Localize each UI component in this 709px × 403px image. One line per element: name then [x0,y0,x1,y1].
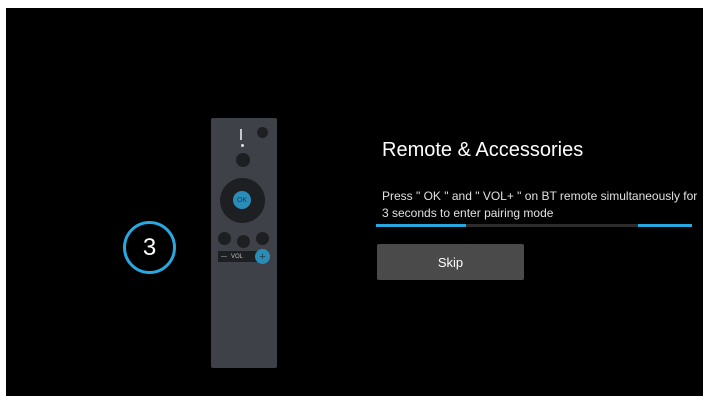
back-button-icon [218,232,231,245]
pairing-instructions: Press " OK " and " VOL+ " on BT remote s… [382,189,698,220]
vol-plus-label: + [259,250,266,263]
step-number: 3 [142,233,157,261]
vol-plus-icon: + [255,249,270,264]
progress-segment-right [638,224,692,227]
remote-illustration: OK — VOL + [211,118,277,368]
pairing-screen: 3 OK — VOL + Remote & Accessories Press … [6,8,703,396]
led-icon [241,144,244,147]
mic-indicator-icon [240,129,242,140]
volume-rocker-icon: — VOL [218,251,258,262]
home-button-icon [237,235,250,248]
pairing-progress-bar [376,224,692,227]
progress-segment-left [376,224,466,227]
ok-label: OK [236,196,248,204]
page-title: Remote & Accessories [382,139,584,161]
dpad-icon: OK [220,178,265,223]
voice-button-icon [236,153,250,167]
skip-button[interactable]: Skip [377,244,524,280]
menu-button-icon [256,232,269,245]
vol-label: VOL [231,253,244,260]
power-button-icon [257,127,268,138]
step-number-badge: 3 [123,221,176,274]
ok-button-icon: OK [233,191,251,209]
vol-minus-label: — [221,253,227,260]
